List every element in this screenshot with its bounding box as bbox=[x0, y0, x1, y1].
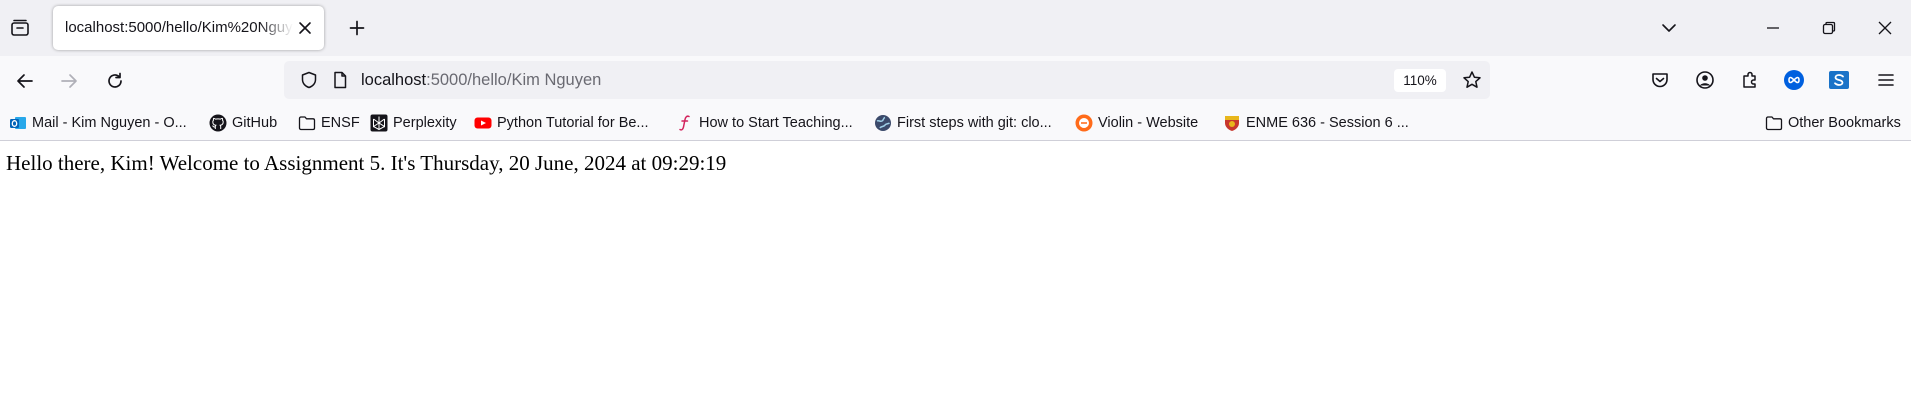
arrow-left-icon bbox=[17, 74, 33, 88]
forward-button[interactable] bbox=[53, 65, 85, 97]
extensions-button[interactable] bbox=[1735, 65, 1765, 95]
bookmark-perplexity[interactable]: Perplexity bbox=[370, 113, 457, 133]
perplexity-icon bbox=[370, 114, 388, 132]
reload-icon bbox=[108, 72, 122, 88]
restore-icon bbox=[1822, 21, 1836, 35]
reload-button[interactable] bbox=[99, 65, 131, 97]
firefox-view-button[interactable] bbox=[6, 14, 34, 42]
globe-icon bbox=[874, 114, 892, 132]
bookmark-label: ENSF bbox=[321, 115, 360, 131]
arrow-right-icon bbox=[61, 74, 77, 88]
minimize-button[interactable] bbox=[1745, 8, 1801, 48]
bookmark-mail[interactable]: Mail - Kim Nguyen - O... bbox=[9, 113, 187, 133]
url-text[interactable]: localhost:5000/hello/Kim Nguyen bbox=[361, 71, 601, 90]
outlook-icon bbox=[9, 114, 27, 132]
minimize-icon bbox=[1767, 27, 1779, 29]
close-window-button[interactable] bbox=[1857, 8, 1911, 48]
tracking-protection-button[interactable] bbox=[294, 65, 324, 95]
bookmark-ensf[interactable]: ENSF bbox=[298, 113, 360, 133]
violin-site-icon bbox=[1075, 114, 1093, 132]
close-icon bbox=[1878, 21, 1892, 35]
shield-icon bbox=[301, 71, 317, 89]
app-menu-button[interactable] bbox=[1871, 65, 1901, 95]
restore-button[interactable] bbox=[1801, 8, 1857, 48]
address-bar[interactable]: localhost:5000/hello/Kim Nguyen 110% bbox=[284, 61, 1490, 99]
youtube-icon bbox=[474, 114, 492, 132]
star-icon bbox=[1463, 71, 1481, 88]
plus-icon bbox=[349, 20, 365, 36]
bookmark-how-to-start-teaching[interactable]: How to Start Teaching... bbox=[676, 113, 853, 133]
bookmark-star-button[interactable] bbox=[1457, 65, 1487, 95]
page-icon bbox=[334, 71, 347, 89]
extension-s-button[interactable] bbox=[1824, 65, 1854, 95]
firefox-view-icon bbox=[11, 19, 29, 36]
page-content: Hello there, Kim! Welcome to Assignment … bbox=[0, 141, 1911, 416]
bookmark-github[interactable]: GitHub bbox=[209, 113, 277, 133]
bookmark-enme-636[interactable]: ENME 636 - Session 6 ... bbox=[1223, 113, 1409, 133]
bookmark-label: Python Tutorial for Be... bbox=[497, 115, 649, 131]
url-path: :5000/hello/Kim Nguyen bbox=[426, 71, 602, 89]
extension-infinity-button[interactable] bbox=[1779, 65, 1809, 95]
account-button[interactable] bbox=[1690, 65, 1720, 95]
pocket-button[interactable] bbox=[1645, 65, 1675, 95]
other-bookmarks[interactable]: Other Bookmarks bbox=[1765, 113, 1901, 133]
bookmark-label: How to Start Teaching... bbox=[699, 115, 853, 131]
list-all-tabs-button[interactable] bbox=[1654, 14, 1684, 42]
bookmark-label: GitHub bbox=[232, 115, 278, 131]
bookmark-label: First steps with git: clo... bbox=[897, 115, 1052, 131]
tab-title: localhost:5000/hello/Kim%20Nguyen bbox=[65, 19, 293, 36]
sync-s-icon bbox=[1829, 71, 1849, 89]
tab-strip: localhost:5000/hello/Kim%20Nguyen bbox=[0, 0, 1911, 56]
account-icon bbox=[1696, 71, 1714, 89]
crest-icon bbox=[1223, 114, 1241, 132]
bookmark-label: Perplexity bbox=[393, 115, 457, 131]
site-info-button[interactable] bbox=[325, 65, 355, 95]
new-tab-button[interactable] bbox=[343, 14, 371, 42]
bookmark-label: ENME 636 - Session 6 ... bbox=[1246, 115, 1409, 131]
hamburger-menu-icon bbox=[1878, 74, 1894, 86]
folder-icon bbox=[298, 114, 316, 132]
script-f-icon bbox=[676, 114, 694, 132]
bookmarks-toolbar: Mail - Kim Nguyen - O... GitHub ENSF Per… bbox=[0, 104, 1911, 141]
other-bookmarks-label: Other Bookmarks bbox=[1788, 115, 1901, 131]
zoom-reset-button[interactable]: 110% bbox=[1394, 69, 1446, 92]
close-icon bbox=[299, 22, 311, 34]
bookmark-label: Mail - Kim Nguyen - O... bbox=[32, 115, 187, 131]
pocket-icon bbox=[1652, 73, 1668, 88]
bookmark-label: Violin - Website bbox=[1098, 115, 1199, 131]
puzzle-icon bbox=[1743, 71, 1756, 88]
url-host: localhost bbox=[361, 71, 427, 89]
infinity-icon bbox=[1784, 70, 1804, 90]
folder-icon bbox=[1765, 114, 1783, 132]
github-icon bbox=[209, 114, 227, 132]
back-button[interactable] bbox=[9, 65, 41, 97]
bookmark-violin-website[interactable]: Violin - Website bbox=[1075, 113, 1198, 133]
tab-close-button[interactable] bbox=[294, 17, 316, 39]
active-tab[interactable]: localhost:5000/hello/Kim%20Nguyen bbox=[53, 6, 324, 50]
bookmark-python-tutorial[interactable]: Python Tutorial for Be... bbox=[474, 113, 649, 133]
greeting-message: Hello there, Kim! Welcome to Assignment … bbox=[6, 151, 727, 175]
bookmark-first-steps-git[interactable]: First steps with git: clo... bbox=[874, 113, 1052, 133]
chevron-down-icon bbox=[1662, 24, 1676, 32]
